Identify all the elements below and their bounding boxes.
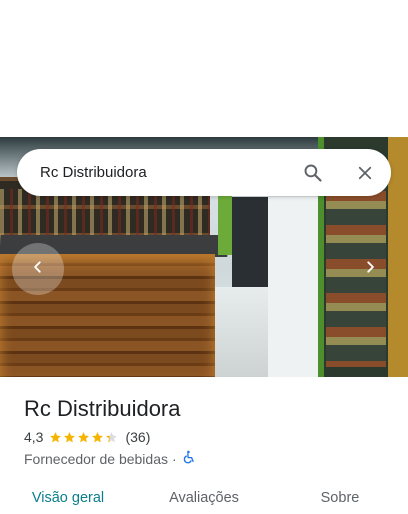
photo-prev-button[interactable] (12, 243, 64, 295)
photo-next-button[interactable] (344, 243, 396, 295)
photo-floor (215, 287, 275, 377)
photo-fridge (268, 197, 320, 377)
photo-green-wall (218, 195, 232, 255)
tab-overview[interactable]: Visão geral (0, 484, 136, 514)
close-icon[interactable] (347, 155, 383, 191)
review-count[interactable]: (36) (125, 429, 150, 445)
category-row: Fornecedor de bebidas · (24, 450, 196, 467)
search-input[interactable]: Rc Distribuidora (40, 164, 295, 181)
place-tabs: Visão geral Avaliações Sobre (0, 484, 408, 514)
rating-value: 4,3 (24, 429, 44, 445)
star-icon (64, 431, 76, 442)
place-category: Fornecedor de bebidas (24, 450, 168, 467)
place-title: Rc Distribuidora (24, 396, 181, 421)
tab-about[interactable]: Sobre (272, 484, 408, 514)
search-icon[interactable] (295, 155, 331, 191)
star-icon (92, 431, 104, 442)
separator: · (172, 450, 177, 467)
star-icon (106, 431, 118, 442)
tab-reviews[interactable]: Avaliações (136, 484, 272, 514)
search-bar[interactable]: Rc Distribuidora (17, 149, 391, 196)
wheelchair-icon (182, 450, 196, 467)
photo-dark-shelf (232, 197, 268, 287)
chevron-left-icon (31, 260, 45, 279)
star-icon (50, 431, 62, 442)
rating-row[interactable]: 4,3 (36) (24, 429, 150, 445)
star-rating (49, 431, 119, 444)
star-icon (78, 431, 90, 442)
chevron-right-icon (363, 260, 377, 279)
